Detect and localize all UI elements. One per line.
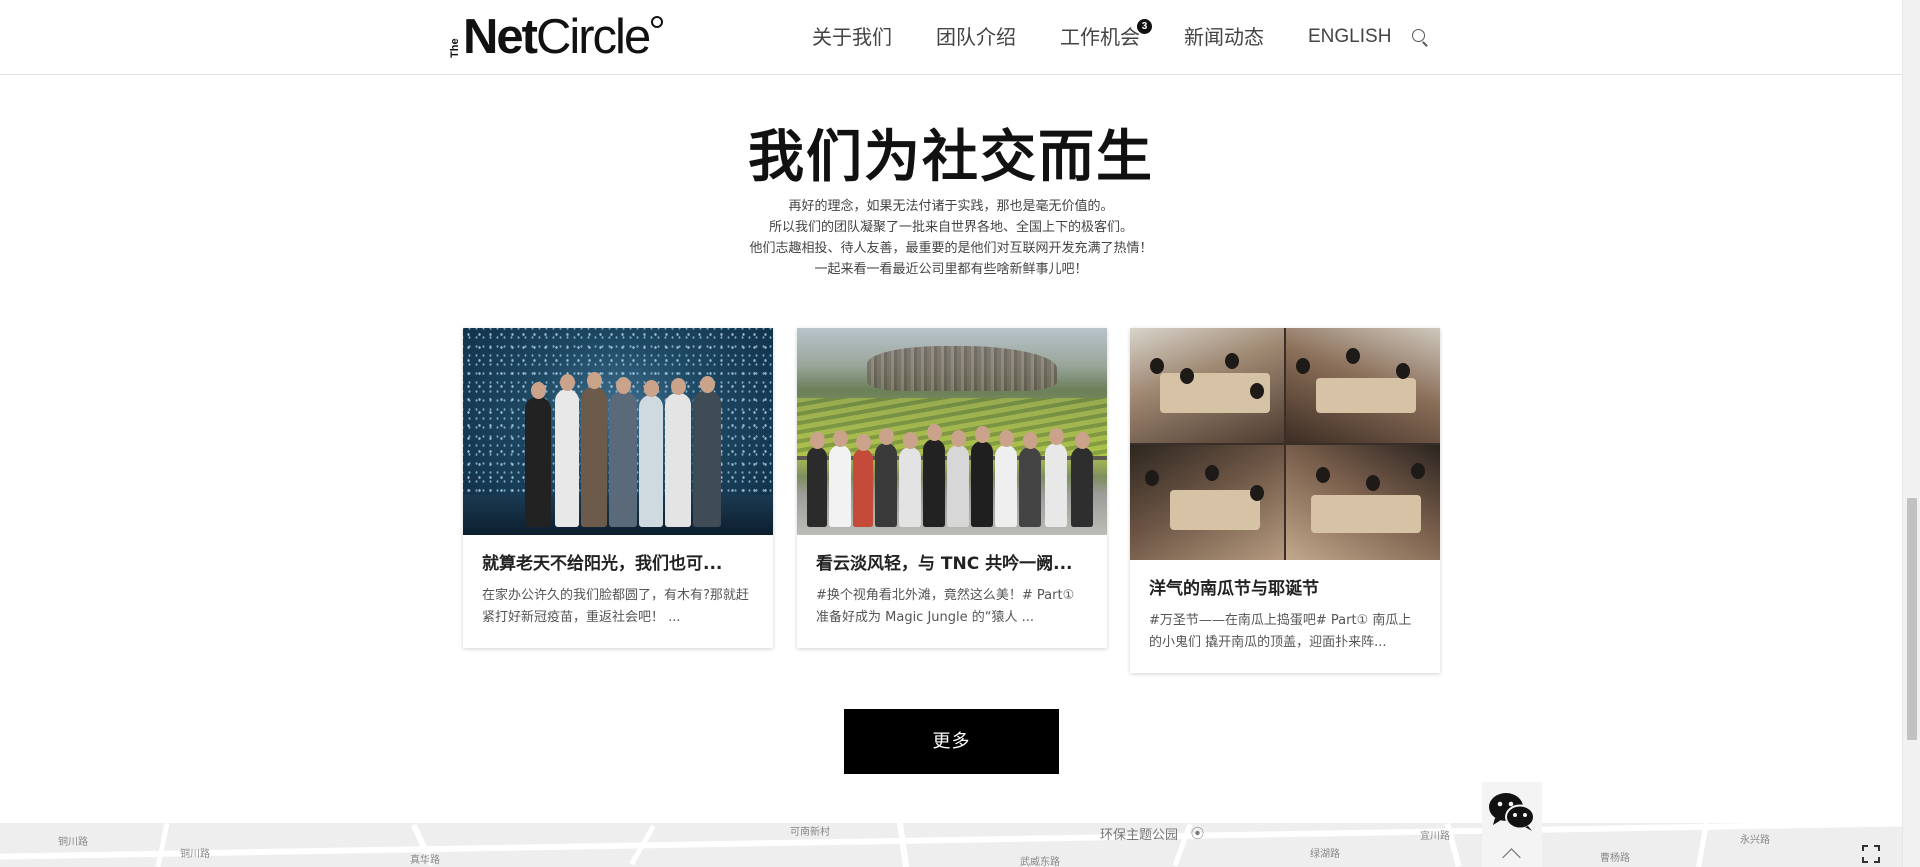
main-nav: 关于我们 团队介绍 工作机会 3 新闻动态 ENGLISH bbox=[812, 19, 1431, 52]
nav-news[interactable]: 新闻动态 bbox=[1184, 22, 1264, 52]
fullscreen-icon[interactable] bbox=[1862, 845, 1880, 863]
card-excerpt: #换个视角看北外滩，竟然这么美！# Part① 准备好成为 Magic Jung… bbox=[816, 588, 1075, 625]
map-label: 绿湖路 bbox=[1310, 849, 1340, 860]
scrollbar-thumb[interactable] bbox=[1907, 498, 1917, 740]
card-excerpt: 在家办公许久的我们脸都圆了，有木有?那就赶紧打好新冠疫苗，重返社会吧！ ... bbox=[482, 588, 749, 625]
map-label: 武威东路 bbox=[1020, 857, 1060, 867]
nav-about[interactable]: 关于我们 bbox=[812, 22, 892, 52]
map-label: 永兴路 bbox=[1740, 835, 1770, 846]
intro-line: 所以我们的团队凝聚了一批来自世界各地、全国上下的极客们。 bbox=[768, 220, 1133, 235]
nav-english[interactable]: ENGLISH bbox=[1308, 22, 1391, 52]
nav-jobs[interactable]: 工作机会 3 bbox=[1060, 19, 1152, 52]
map-label: 铜川路 bbox=[180, 849, 210, 860]
page-scrollbar[interactable] bbox=[1902, 0, 1920, 867]
location-map[interactable]: 铜川路 铜川路 真华路 可南新村 环保主题公园 ⦿ 绿湖路 永兴路 武威东路 曹… bbox=[0, 823, 1902, 867]
news-card[interactable]: 洋气的南瓜节与耶诞节 #万圣节——在南瓜上捣蛋吧# Part① 南瓜上的小鬼们 … bbox=[1130, 328, 1440, 673]
map-label: 曹杨路 bbox=[1600, 853, 1630, 864]
map-pin-icon: ⦿ bbox=[1191, 827, 1205, 842]
logo-net-text: Net bbox=[463, 10, 538, 64]
logo-the-text: The bbox=[449, 38, 461, 58]
card-body: 看云淡风轻，与 TNC 共吟一阙... #换个视角看北外滩，竟然这么美！# Pa… bbox=[797, 535, 1107, 648]
back-to-top-button[interactable] bbox=[1482, 840, 1542, 867]
map-label: 铜川路 bbox=[58, 837, 88, 848]
search-icon[interactable] bbox=[1411, 27, 1431, 47]
more-button[interactable]: 更多 bbox=[844, 709, 1059, 774]
card-image[interactable] bbox=[463, 328, 773, 535]
intro-line: 他们志趣相投、待人友善，最重要的是他们对互联网开发充满了热情！ bbox=[749, 241, 1153, 256]
nav-team[interactable]: 团队介绍 bbox=[936, 22, 1016, 52]
map-label: 可南新村 bbox=[790, 827, 830, 838]
card-title[interactable]: 看云淡风轻，与 TNC 共吟一阙... bbox=[816, 553, 1088, 575]
site-header: The Net Circle 关于我们 团队介绍 工作机会 3 新闻动态 ENG… bbox=[0, 0, 1902, 75]
card-body: 就算老天不给阳光，我们也可... 在家办公许久的我们脸都圆了，有木有?那就赶紧打… bbox=[463, 535, 773, 648]
card-excerpt: #万圣节——在南瓜上捣蛋吧# Part① 南瓜上的小鬼们 撬开南瓜的顶盖，迎面扑… bbox=[1149, 613, 1412, 650]
intro-line: 一起来看一看最近公司里都有些啥新鲜事儿吧！ bbox=[814, 262, 1088, 277]
nav-jobs-label: 工作机会 bbox=[1060, 25, 1140, 49]
card-title[interactable]: 就算老天不给阳光，我们也可... bbox=[482, 553, 754, 575]
map-label: 宜川路 bbox=[1420, 831, 1450, 842]
site-logo[interactable]: The Net Circle bbox=[449, 10, 664, 64]
news-card[interactable]: 就算老天不给阳光，我们也可... 在家办公许久的我们脸都圆了，有木有?那就赶紧打… bbox=[463, 328, 773, 648]
logo-circle-text: Circle bbox=[535, 10, 651, 64]
section-intro: 再好的理念，如果无法付诸于实践，那也是毫无价值的。 所以我们的团队凝聚了一批来自… bbox=[0, 196, 1902, 280]
wechat-icon bbox=[1489, 793, 1535, 831]
section-title: 我们为社交而生 bbox=[748, 125, 1154, 190]
card-image[interactable] bbox=[797, 328, 1107, 535]
logo-ring-icon bbox=[651, 16, 664, 28]
news-card[interactable]: 看云淡风轻，与 TNC 共吟一阙... #换个视角看北外滩，竟然这么美！# Pa… bbox=[797, 328, 1107, 648]
card-image[interactable] bbox=[1130, 328, 1440, 560]
card-body: 洋气的南瓜节与耶诞节 #万圣节——在南瓜上捣蛋吧# Part① 南瓜上的小鬼们 … bbox=[1130, 560, 1440, 673]
jobs-count-badge: 3 bbox=[1137, 19, 1152, 34]
wechat-button[interactable] bbox=[1482, 782, 1542, 840]
map-label: 真华路 bbox=[410, 855, 440, 866]
intro-line: 再好的理念，如果无法付诸于实践，那也是毫无价值的。 bbox=[788, 199, 1114, 214]
card-title[interactable]: 洋气的南瓜节与耶诞节 bbox=[1149, 578, 1421, 600]
map-label: 环保主题公园 bbox=[1100, 828, 1179, 843]
